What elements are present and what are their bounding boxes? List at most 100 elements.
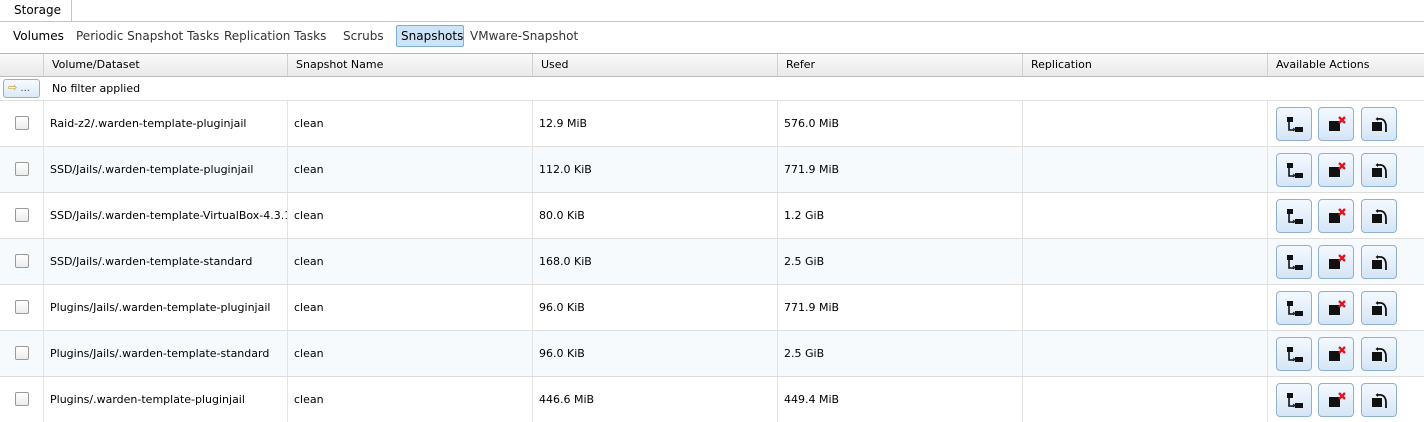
table-row[interactable]: Raid-z2/.warden-template-pluginjail clea… <box>0 100 1424 146</box>
replication-cell <box>1023 285 1268 330</box>
rollback-snapshot-icon <box>1372 347 1387 362</box>
select-cell <box>0 147 44 192</box>
column-header-volume-dataset[interactable]: Volume/Dataset <box>44 54 288 76</box>
used-cell: 446.6 MiB <box>533 377 778 422</box>
rollback-snapshot-button[interactable] <box>1361 199 1397 233</box>
tab-storage[interactable]: Storage <box>0 0 72 22</box>
row-checkbox[interactable] <box>15 392 29 406</box>
table-row[interactable]: SSD/Jails/.warden-template-VirtualBox-4.… <box>0 192 1424 238</box>
column-header-used[interactable]: Used <box>533 54 778 76</box>
rollback-snapshot-icon <box>1372 301 1387 316</box>
clone-snapshot-icon <box>1287 117 1303 132</box>
refer-cell: 771.9 MiB <box>778 285 1023 330</box>
row-checkbox[interactable] <box>15 208 29 222</box>
select-cell <box>0 101 44 146</box>
clone-snapshot-button[interactable] <box>1276 199 1312 233</box>
select-cell <box>0 377 44 422</box>
volume-dataset-cell: Plugins/.warden-template-pluginjail <box>44 377 288 422</box>
select-cell <box>0 331 44 376</box>
table-row[interactable]: SSD/Jails/.warden-template-pluginjail cl… <box>0 146 1424 192</box>
filter-button-dots: ... <box>20 83 30 94</box>
column-header-replication[interactable]: Replication <box>1023 54 1268 76</box>
refer-cell: 576.0 MiB <box>778 101 1023 146</box>
clone-snapshot-button[interactable] <box>1276 107 1312 141</box>
subtab-periodic-snapshot-tasks[interactable]: Periodic Snapshot Tasks <box>71 25 224 47</box>
destroy-snapshot-button[interactable] <box>1318 383 1354 417</box>
destroy-snapshot-button[interactable] <box>1318 107 1354 141</box>
rollback-snapshot-button[interactable] <box>1361 337 1397 371</box>
subtab-scrubs[interactable]: Scrubs <box>338 25 389 47</box>
filter-row: ⇨ ... No filter applied <box>0 77 1424 100</box>
destroy-snapshot-button[interactable] <box>1318 245 1354 279</box>
clone-snapshot-button[interactable] <box>1276 337 1312 371</box>
replication-cell <box>1023 147 1268 192</box>
snapshot-name-cell: clean <box>288 239 533 284</box>
clone-snapshot-button[interactable] <box>1276 383 1312 417</box>
rollback-snapshot-button[interactable] <box>1361 153 1397 187</box>
clone-snapshot-icon <box>1287 163 1303 178</box>
used-cell: 80.0 KiB <box>533 193 778 238</box>
subtab-bar: Volumes Periodic Snapshot Tasks Replicat… <box>0 22 1424 49</box>
subtab-volumes[interactable]: Volumes <box>8 25 69 47</box>
row-checkbox[interactable] <box>15 254 29 268</box>
table-row[interactable]: Plugins/.warden-template-pluginjail clea… <box>0 376 1424 422</box>
clone-snapshot-button[interactable] <box>1276 245 1312 279</box>
used-cell: 12.9 MiB <box>533 101 778 146</box>
destroy-snapshot-icon <box>1329 346 1346 361</box>
row-checkbox[interactable] <box>15 162 29 176</box>
destroy-snapshot-icon <box>1329 116 1346 131</box>
used-cell: 112.0 KiB <box>533 147 778 192</box>
table-row[interactable]: SSD/Jails/.warden-template-standard clea… <box>0 238 1424 284</box>
column-header-select[interactable] <box>0 54 44 76</box>
top-tabbar: Storage <box>0 0 1424 22</box>
row-checkbox[interactable] <box>15 346 29 360</box>
filter-arrow-icon: ⇨ <box>8 81 18 94</box>
rollback-snapshot-button[interactable] <box>1361 383 1397 417</box>
table-row[interactable]: Plugins/Jails/.warden-template-standard … <box>0 330 1424 376</box>
clone-snapshot-button[interactable] <box>1276 153 1312 187</box>
subtab-replication-tasks[interactable]: Replication Tasks <box>219 25 331 47</box>
grid-header: Volume/Dataset Snapshot Name Used Refer … <box>0 54 1424 77</box>
volume-dataset-cell: SSD/Jails/.warden-template-standard <box>44 239 288 284</box>
clone-snapshot-icon <box>1287 255 1303 270</box>
row-checkbox[interactable] <box>15 300 29 314</box>
snapshots-grid: Volume/Dataset Snapshot Name Used Refer … <box>0 53 1424 422</box>
subtab-snapshots[interactable]: Snapshots <box>396 25 464 47</box>
select-cell <box>0 239 44 284</box>
destroy-snapshot-icon <box>1329 254 1346 269</box>
row-checkbox[interactable] <box>15 116 29 130</box>
rollback-snapshot-icon <box>1372 209 1387 224</box>
filter-button[interactable]: ⇨ ... <box>3 79 40 98</box>
destroy-snapshot-button[interactable] <box>1318 337 1354 371</box>
rollback-snapshot-button[interactable] <box>1361 245 1397 279</box>
snapshot-name-cell: clean <box>288 193 533 238</box>
clone-snapshot-icon <box>1287 301 1303 316</box>
rollback-snapshot-icon <box>1372 117 1387 132</box>
select-cell <box>0 193 44 238</box>
destroy-snapshot-button[interactable] <box>1318 291 1354 325</box>
column-header-available-actions[interactable]: Available Actions <box>1268 54 1424 76</box>
destroy-snapshot-icon <box>1329 392 1346 407</box>
rollback-snapshot-button[interactable] <box>1361 291 1397 325</box>
column-header-snapshot-name[interactable]: Snapshot Name <box>288 54 533 76</box>
refer-cell: 2.5 GiB <box>778 239 1023 284</box>
subtab-vmware-snapshot[interactable]: VMware-Snapshot <box>465 25 583 47</box>
rollback-snapshot-icon <box>1372 393 1387 408</box>
volume-dataset-cell: SSD/Jails/.warden-template-pluginjail <box>44 147 288 192</box>
used-cell: 96.0 KiB <box>533 331 778 376</box>
volume-dataset-cell: Plugins/Jails/.warden-template-standard <box>44 331 288 376</box>
destroy-snapshot-icon <box>1329 300 1346 315</box>
rollback-snapshot-button[interactable] <box>1361 107 1397 141</box>
snapshot-name-cell: clean <box>288 101 533 146</box>
replication-cell <box>1023 377 1268 422</box>
clone-snapshot-button[interactable] <box>1276 291 1312 325</box>
clone-snapshot-icon <box>1287 209 1303 224</box>
used-cell: 96.0 KiB <box>533 285 778 330</box>
used-cell: 168.0 KiB <box>533 239 778 284</box>
replication-cell <box>1023 193 1268 238</box>
destroy-snapshot-button[interactable] <box>1318 199 1354 233</box>
table-row[interactable]: Plugins/Jails/.warden-template-pluginjai… <box>0 284 1424 330</box>
destroy-snapshot-button[interactable] <box>1318 153 1354 187</box>
column-header-refer[interactable]: Refer <box>778 54 1023 76</box>
snapshot-name-cell: clean <box>288 147 533 192</box>
